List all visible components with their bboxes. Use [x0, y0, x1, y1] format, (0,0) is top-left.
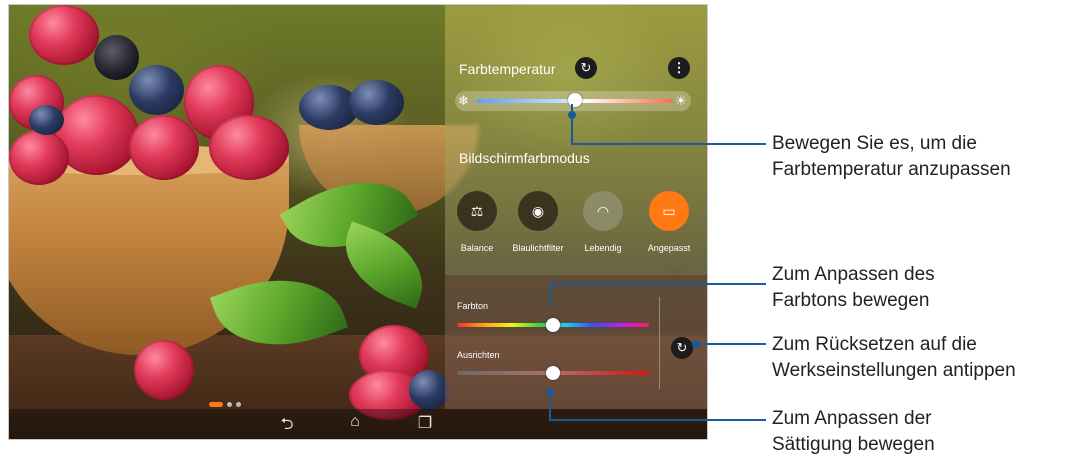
callout-temperature: Bewegen Sie es, um die Farbtemperatur an…: [772, 131, 1011, 183]
mode-label: Angepasst: [647, 243, 691, 253]
leaf: [331, 221, 437, 309]
home-icon[interactable]: ⌂: [343, 413, 367, 431]
hue-label: Farbton: [457, 301, 489, 311]
sun-icon: ☀: [675, 93, 687, 108]
callout-text: Werkseinstellungen antippen: [772, 360, 1016, 381]
blackberry: [94, 35, 139, 80]
callout-text: Bewegen Sie es, um die: [772, 133, 977, 154]
callout-text: Zum Rücksetzen auf die: [772, 334, 977, 355]
callout-line: [549, 283, 766, 285]
mode-vivid[interactable]: ◠ Lebendig: [573, 191, 633, 253]
screen-color-mode-title: Bildschirmfarbmodus: [459, 150, 590, 166]
saturation-label: Ausrichten: [457, 350, 500, 360]
callout-text: Sättigung bewegen: [772, 434, 935, 455]
callout-hue: Zum Anpassen des Farbtons bewegen: [772, 262, 935, 314]
callout-text: Farbtons bewegen: [772, 290, 930, 311]
navigation-bar: ⮌ ⌂ ❐: [9, 409, 707, 439]
recent-apps-icon[interactable]: ❐: [413, 413, 437, 433]
page-dot: [227, 402, 232, 407]
callout-line: [696, 343, 766, 345]
callout-line: [571, 143, 766, 145]
reset-icon[interactable]: ↻: [671, 337, 693, 359]
snowflake-icon: ❄: [458, 93, 469, 108]
callout-text: Farbtemperatur anzupassen: [772, 159, 1011, 180]
saturation-thumb[interactable]: [546, 366, 560, 380]
eye-shield-icon: ◉: [518, 191, 558, 231]
blueberry: [29, 105, 64, 135]
refresh-icon[interactable]: ↻: [575, 57, 597, 79]
panel-divider: [659, 297, 660, 389]
callout-line: [549, 419, 766, 421]
raspberry: [29, 5, 99, 65]
raspberry: [129, 115, 199, 180]
selected-mode-caret: [670, 267, 682, 273]
callout-text: Zum Anpassen des: [772, 264, 935, 285]
blueberry: [349, 80, 404, 125]
rainbow-icon: ◠: [583, 191, 623, 231]
back-icon[interactable]: ⮌: [275, 413, 299, 439]
panel-custom-section: [445, 275, 707, 409]
callout-line: [549, 283, 551, 307]
color-settings-panel: Farbtemperatur ↻ ⋮ ❄ ☀ Bildschirmfarbmod…: [445, 5, 707, 409]
mode-label: Balance: [460, 243, 494, 253]
scale-icon: ⚖: [457, 191, 497, 231]
callout-text: Zum Anpassen der: [772, 408, 932, 429]
mode-blue-light-filter[interactable]: ◉ Blaulichtfilter: [508, 191, 568, 253]
page-dot-active: [209, 402, 223, 407]
hue-thumb[interactable]: [546, 318, 560, 332]
raspberry: [134, 340, 194, 400]
mode-customized[interactable]: ▭ Angepasst: [639, 191, 699, 253]
raspberry: [9, 130, 69, 185]
blueberry: [129, 65, 184, 115]
more-options-icon[interactable]: ⋮: [668, 57, 690, 79]
tablet-screen: ⮌ ⌂ ❐ Farbtemperatur ↻ ⋮ ❄ ☀ Bildschirmf…: [8, 4, 708, 440]
blueberry: [409, 370, 449, 410]
page-dot: [236, 402, 241, 407]
mode-balance[interactable]: ⚖ Balance: [447, 191, 507, 253]
callout-reset: Zum Rücksetzen auf die Werkseinstellunge…: [772, 332, 1016, 384]
callout-line: [571, 104, 573, 144]
raspberry: [209, 115, 289, 180]
callout-saturation: Zum Anpassen der Sättigung bewegen: [772, 406, 935, 458]
mode-label: Lebendig: [584, 243, 622, 253]
callout-line: [549, 390, 551, 420]
mode-label: Blaulichtfilter: [512, 243, 564, 253]
color-temperature-title: Farbtemperatur: [459, 61, 556, 77]
custom-screen-icon: ▭: [649, 191, 689, 231]
